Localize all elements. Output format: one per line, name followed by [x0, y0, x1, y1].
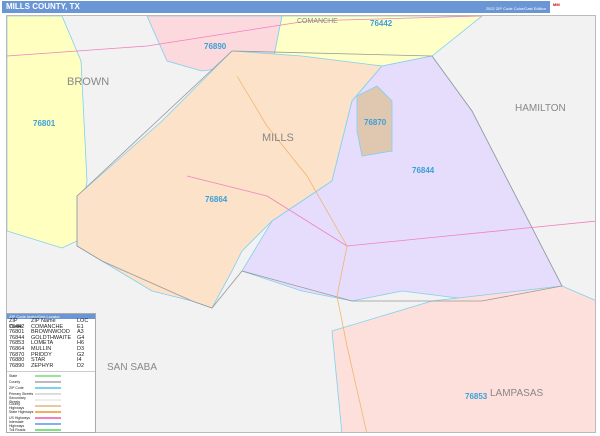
legend-key-swatch: [35, 417, 61, 420]
county-label-san-saba: SAN SABA: [107, 362, 158, 373]
legend-panel: ZIP Code Index/Grid Locator ZIP Code ZIP…: [6, 313, 96, 433]
legend-cell: D2: [77, 362, 85, 369]
zip-label-76870: 76870: [364, 118, 387, 127]
legend-key-label: ZIP Code: [9, 386, 24, 391]
legend-key-swatch: [35, 399, 61, 402]
legend-key-label: County Highways: [9, 402, 25, 411]
legend-key-swatch: [35, 393, 61, 396]
legend-key-label: Interstate Highways: [9, 420, 25, 429]
legend-row: 76890 ZEPHYR D2: [7, 362, 95, 370]
zip-label-76801: 76801: [33, 119, 56, 128]
legend-keys: State County ZIP Code Primary Streets Second…: [7, 371, 95, 434]
zip-label-76844: 76844: [412, 166, 435, 175]
county-label-brown: BROWN: [67, 76, 110, 88]
zip-label-76890: 76890: [204, 42, 227, 51]
legend-key-swatch: [35, 429, 61, 432]
legend-key-label: State: [9, 374, 18, 379]
county-label-mills: MILLS: [262, 132, 294, 144]
legend-key-swatch: [35, 423, 61, 426]
county-label-hamilton: HAMILTON: [515, 103, 566, 114]
legend-key: Toll Roads: [9, 427, 93, 433]
legend-key-swatch: [35, 411, 61, 414]
legend-cell: 76890: [9, 362, 25, 369]
brand-logo: MM: [552, 1, 598, 13]
legend-cell: ZEPHYR: [31, 362, 54, 369]
legend-key-label: State Highways: [9, 410, 34, 415]
legend-key-label: Toll Roads: [9, 428, 26, 433]
legend-key-label: County: [9, 380, 21, 385]
edition-label: 2022 ZIP Code Color/Cast Edition: [485, 6, 546, 11]
map-title: MILLS COUNTY, TX: [6, 2, 80, 11]
header-bar: MILLS COUNTY, TX 2022 ZIP Code Color/Cas…: [2, 1, 550, 13]
county-label-comanche: COMANCHE: [297, 18, 338, 25]
county-label-lampasas: LAMPASAS: [490, 388, 544, 399]
legend-key-swatch: [35, 381, 61, 384]
legend-key-swatch: [35, 405, 61, 408]
legend-key-swatch: [35, 375, 61, 378]
zip-area-76853: [331, 285, 595, 432]
legend-key-swatch: [35, 387, 61, 390]
zip-label-76864: 76864: [205, 195, 228, 204]
zip-label-76442: 76442: [370, 19, 393, 28]
zip-label-76853: 76853: [465, 392, 488, 401]
